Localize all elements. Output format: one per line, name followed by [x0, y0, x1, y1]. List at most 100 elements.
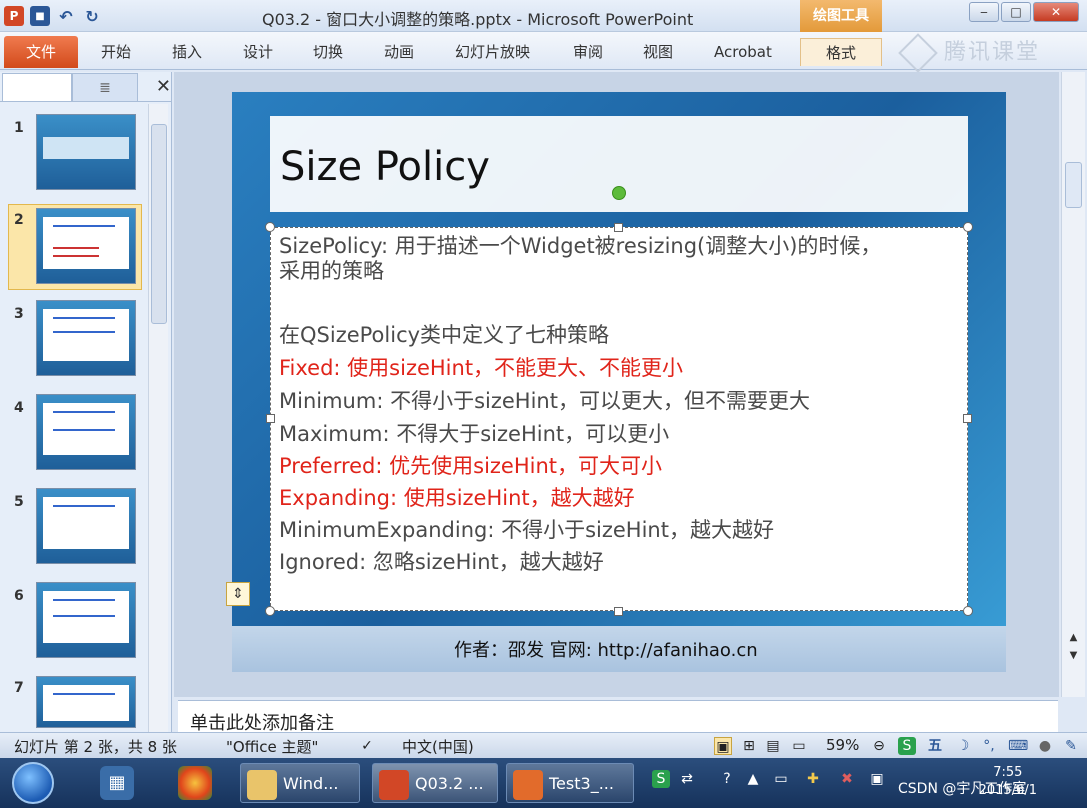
- tab-animations[interactable]: 动画: [384, 38, 414, 66]
- settings-wrench-icon[interactable]: ✎: [1062, 737, 1080, 755]
- redo-icon[interactable]: ↻: [82, 6, 102, 26]
- thumbnail-number: 7: [14, 680, 24, 696]
- reading-view-icon[interactable]: ▤: [764, 737, 782, 755]
- slide-thumbnail-6[interactable]: [36, 582, 136, 658]
- drawing-tools-label: 绘图工具: [800, 0, 882, 32]
- rotation-handle[interactable]: [612, 186, 626, 200]
- taskbar-qt-creator[interactable]: Test3_...: [506, 763, 634, 803]
- wubi-icon[interactable]: 五: [926, 737, 944, 755]
- undo-icon[interactable]: ↶: [56, 6, 76, 26]
- tray-app-icon[interactable]: ▭: [772, 770, 790, 788]
- slide-thumbnail-7[interactable]: [36, 676, 136, 728]
- slideshow-icon[interactable]: ▭: [790, 737, 808, 755]
- tencent-classroom-logo-icon: [898, 33, 938, 73]
- half-width-icon[interactable]: ☽: [954, 737, 972, 755]
- footer-text: 作者：邵发 官网: http://afanihao.cn: [454, 640, 758, 661]
- resize-handle[interactable]: [614, 223, 623, 232]
- content-placeholder[interactable]: SizePolicy: 用于描述一个Widget被resizing(调整大小)的…: [270, 227, 968, 611]
- user-icon[interactable]: ●: [1036, 737, 1054, 755]
- close-button[interactable]: ✕: [1033, 2, 1079, 22]
- previous-slide-icon[interactable]: ▲: [1065, 632, 1082, 646]
- tray-arrow-icon[interactable]: ▲: [744, 770, 762, 788]
- content-line: MinimumExpanding: 不得小于sizeHint，越大越好: [279, 518, 774, 542]
- tray-help-icon[interactable]: ?: [718, 770, 736, 788]
- normal-view-icon[interactable]: ▣: [714, 737, 732, 755]
- tray-network-icon[interactable]: ⇄: [678, 770, 696, 788]
- tab-home[interactable]: 开始: [101, 38, 131, 66]
- resize-handle[interactable]: [614, 607, 623, 616]
- minimize-button[interactable]: ‒: [969, 2, 999, 22]
- next-slide-icon[interactable]: ▼: [1065, 650, 1082, 664]
- thumbnails-scrollbar[interactable]: [148, 104, 168, 732]
- autofit-options-icon[interactable]: ⇕: [226, 582, 250, 606]
- input-method-icon[interactable]: S: [898, 737, 916, 755]
- start-button[interactable]: [12, 762, 54, 804]
- quick-access-toolbar: P ■ ↶ ↻: [4, 5, 102, 27]
- notes-pane[interactable]: 单击此处添加备注: [178, 700, 1058, 734]
- title-bar: P ■ ↶ ↻ Q03.2 - 窗口大小调整的策略.pptx - Microso…: [0, 0, 1087, 32]
- scrollbar-thumb[interactable]: [1065, 162, 1082, 208]
- powerpoint-window: P ■ ↶ ↻ Q03.2 - 窗口大小调整的策略.pptx - Microso…: [0, 0, 1087, 808]
- tab-view[interactable]: 视图: [643, 38, 673, 66]
- punctuation-icon[interactable]: °,: [980, 737, 998, 755]
- windows-taskbar: ▦ Wind... Q03.2 ... Test3_... S ⇄ ? ▲ ▭ …: [0, 758, 1087, 808]
- zoom-level[interactable]: 59%: [826, 736, 859, 754]
- tab-slideshow[interactable]: 幻灯片放映: [455, 38, 530, 66]
- status-bar: 幻灯片 第 2 张，共 8 张 "Office 主题" ✓ 中文(中国) ▣ ⊞…: [0, 732, 1087, 758]
- current-slide[interactable]: Size Policy SizePolicy: 用于描述一个Widget被res…: [226, 92, 1006, 672]
- tab-acrobat[interactable]: Acrobat: [714, 38, 772, 66]
- language-indicator[interactable]: 中文(中国): [402, 736, 474, 757]
- content-line: Minimum: 不得小于sizeHint，可以更大，但不需要更大: [279, 389, 810, 413]
- thumbnail-number: 6: [14, 588, 24, 604]
- slide-thumbnail-2[interactable]: [36, 208, 136, 284]
- tab-design[interactable]: 设计: [243, 38, 273, 66]
- tab-outline-view[interactable]: ≣: [71, 72, 138, 101]
- keyboard-icon[interactable]: ⌨: [1008, 737, 1028, 755]
- media-player-icon[interactable]: ▦: [100, 766, 134, 800]
- chrome-icon[interactable]: [178, 766, 212, 800]
- task-label: Test3_...: [549, 774, 614, 793]
- tray-flag-icon[interactable]: ✖: [838, 770, 856, 788]
- thumbnail-number: 4: [14, 400, 24, 416]
- resize-handle[interactable]: [265, 606, 275, 616]
- slide-sorter-icon[interactable]: ⊞: [740, 737, 758, 755]
- tab-transitions[interactable]: 切换: [313, 38, 343, 66]
- clock-date: 2015/6/1: [978, 783, 1037, 798]
- taskbar-explorer[interactable]: Wind...: [240, 763, 360, 803]
- spellcheck-icon[interactable]: ✓: [358, 737, 376, 755]
- thumbnail-number: 5: [14, 494, 24, 510]
- slide-editing-area: Size Policy SizePolicy: 用于描述一个Widget被res…: [174, 72, 1059, 697]
- tab-review[interactable]: 审阅: [573, 38, 603, 66]
- powerpoint-logo-icon[interactable]: P: [4, 6, 24, 26]
- resize-handle[interactable]: [265, 222, 275, 232]
- window-title: Q03.2 - 窗口大小调整的策略.pptx - Microsoft Power…: [262, 10, 694, 29]
- tab-file[interactable]: 文件: [4, 36, 78, 68]
- slide-thumbnail-1[interactable]: [36, 114, 136, 190]
- close-pane-icon[interactable]: ✕: [156, 76, 171, 97]
- tray-input-icon[interactable]: S: [652, 770, 670, 788]
- resize-handle[interactable]: [266, 414, 275, 423]
- tray-clipboard-icon[interactable]: ▣: [868, 770, 886, 788]
- slide-thumbnail-5[interactable]: [36, 488, 136, 564]
- slide-thumbnail-3[interactable]: [36, 300, 136, 376]
- tray-add-icon[interactable]: ✚: [804, 770, 822, 788]
- maximize-button[interactable]: □: [1001, 2, 1031, 22]
- tab-format[interactable]: 格式: [800, 38, 882, 66]
- resize-handle[interactable]: [963, 606, 973, 616]
- resize-handle[interactable]: [963, 222, 973, 232]
- scrollbar-thumb[interactable]: [151, 124, 167, 324]
- content-line: Preferred: 优先使用sizeHint，可大可小: [279, 454, 663, 478]
- clock-time: 7:55: [993, 765, 1023, 780]
- watermark-text: 腾讯课堂: [944, 40, 1041, 65]
- tab-slides-view[interactable]: [2, 72, 72, 101]
- slide-scrollbar[interactable]: ▲ ▼: [1061, 72, 1085, 697]
- thumbnail-number: 3: [14, 306, 24, 322]
- resize-handle[interactable]: [963, 414, 972, 423]
- tab-insert[interactable]: 插入: [172, 38, 202, 66]
- theme-name[interactable]: "Office 主题": [226, 736, 318, 757]
- save-icon[interactable]: ■: [30, 6, 50, 26]
- taskbar-powerpoint[interactable]: Q03.2 ...: [372, 763, 498, 803]
- system-clock[interactable]: 7:55 2015/6/1: [979, 764, 1037, 800]
- zoom-out-icon[interactable]: ⊖: [870, 737, 888, 755]
- slide-thumbnail-4[interactable]: [36, 394, 136, 470]
